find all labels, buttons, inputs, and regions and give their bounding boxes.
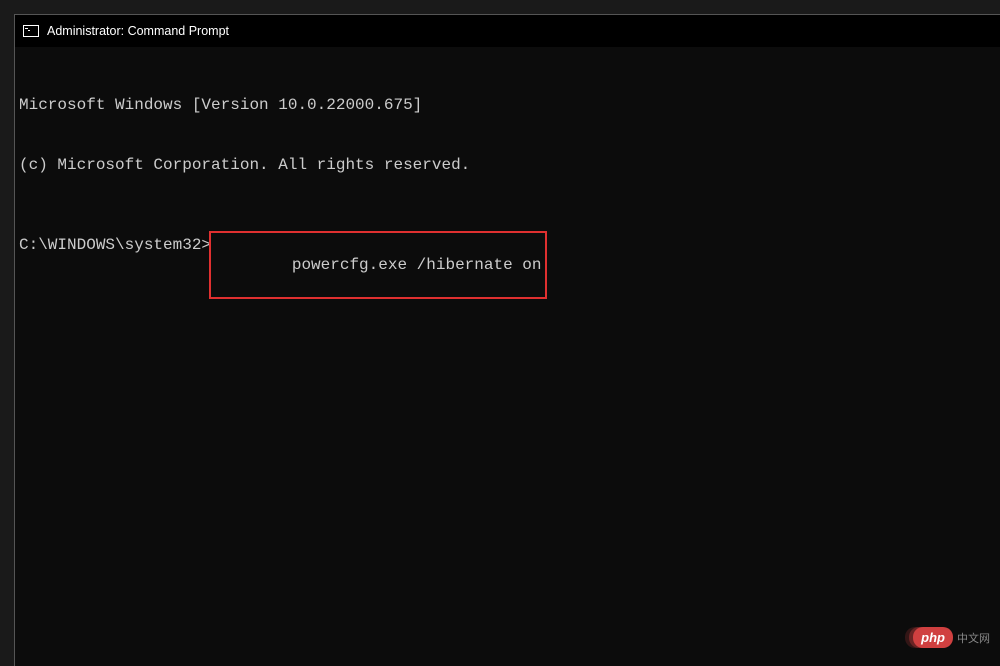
prompt-line: C:\WINDOWS\system32> powercfg.exe /hiber… (19, 235, 996, 299)
command-text[interactable]: powercfg.exe /hibernate on (292, 256, 542, 274)
terminal-output[interactable]: Microsoft Windows [Version 10.0.22000.67… (15, 47, 1000, 347)
version-line: Microsoft Windows [Version 10.0.22000.67… (19, 95, 996, 115)
prompt-path: C:\WINDOWS\system32> (19, 235, 211, 299)
command-prompt-window: Administrator: Command Prompt Microsoft … (14, 14, 1000, 666)
command-input-highlight: powercfg.exe /hibernate on (209, 231, 547, 299)
window-title: Administrator: Command Prompt (47, 24, 229, 38)
cmd-icon (23, 25, 39, 37)
watermark-badge: php (913, 627, 953, 648)
watermark: php 中文网 (913, 627, 990, 648)
copyright-line: (c) Microsoft Corporation. All rights re… (19, 155, 996, 175)
watermark-text: 中文网 (957, 630, 990, 646)
titlebar[interactable]: Administrator: Command Prompt (15, 15, 1000, 47)
